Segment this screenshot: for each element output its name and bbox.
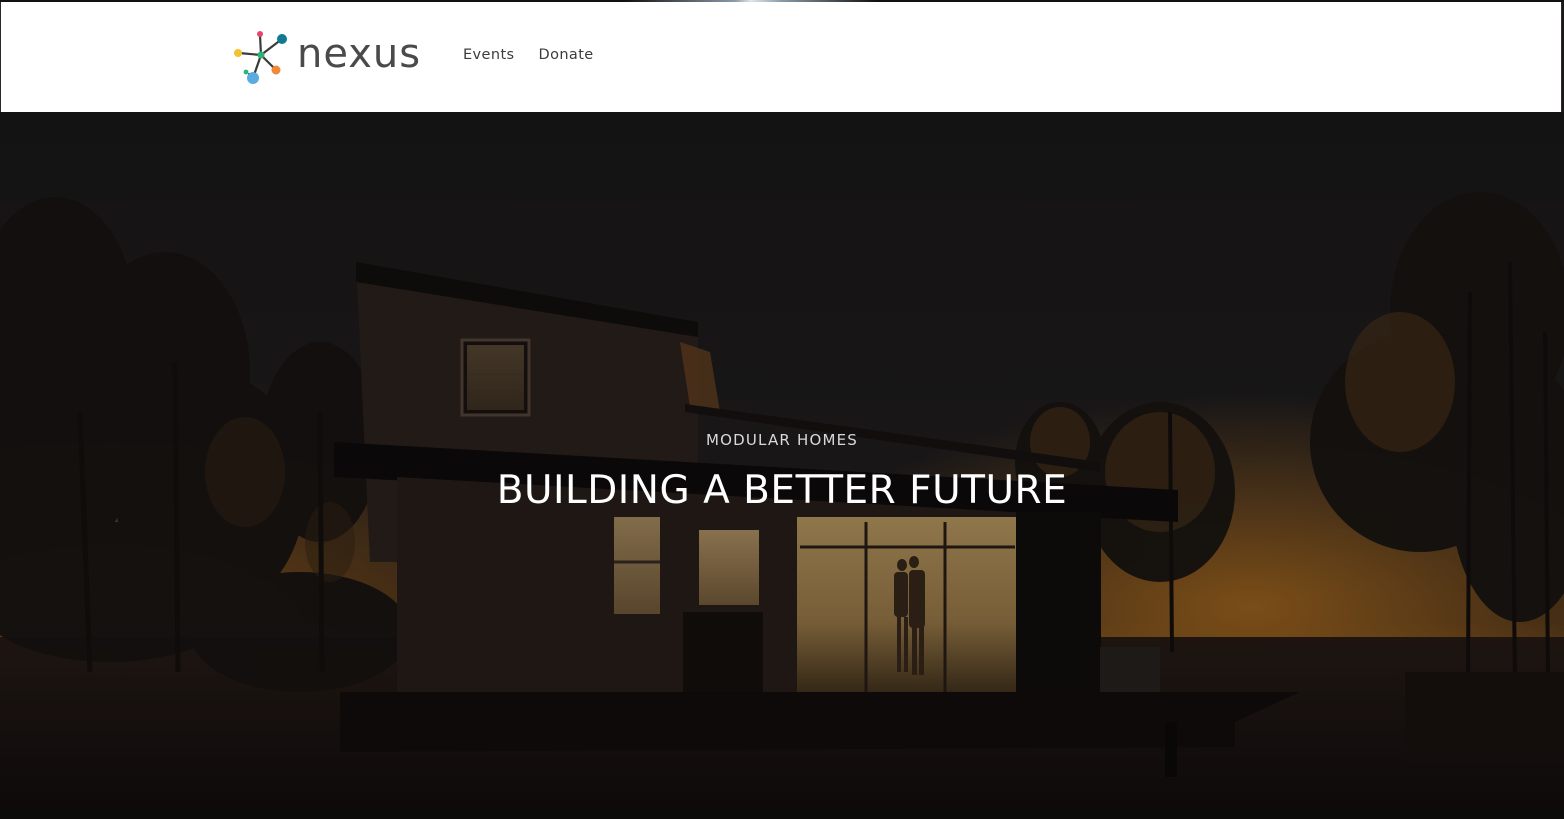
main-nav: Events Donate xyxy=(463,47,594,63)
nav-link-events[interactable]: Events xyxy=(463,47,515,63)
page: nexus Events Donate MODULAR HOMES BUILDI… xyxy=(0,0,1564,819)
hero-text-block: MODULAR HOMES BUILDING A BETTER FUTURE xyxy=(0,112,1564,819)
site-header: nexus Events Donate xyxy=(0,2,1562,112)
hero-headline: BUILDING A BETTER FUTURE xyxy=(496,468,1068,513)
top-edge-line xyxy=(0,0,1564,2)
hero-banner: MODULAR HOMES BUILDING A BETTER FUTURE xyxy=(0,112,1564,819)
hero-eyebrow: MODULAR HOMES xyxy=(705,431,859,449)
nav-link-donate[interactable]: Donate xyxy=(539,47,594,63)
site-logo[interactable]: nexus xyxy=(231,28,431,86)
logo-wordmark: nexus xyxy=(297,31,422,77)
nexus-logo-icon xyxy=(234,31,287,84)
